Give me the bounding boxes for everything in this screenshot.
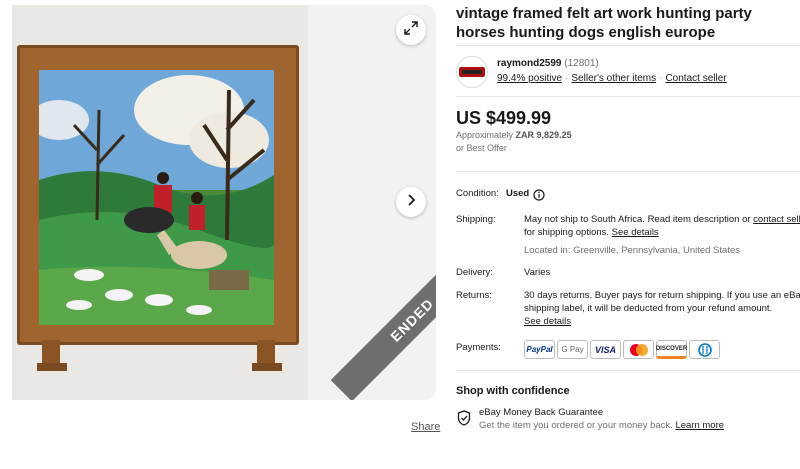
expand-button[interactable]	[396, 15, 426, 45]
shop-confidence-heading: Shop with confidence	[456, 385, 570, 397]
frame-foot-left	[37, 363, 67, 371]
shipping-text: May not ship to South Africa. Read item …	[524, 214, 751, 225]
diners-icon	[689, 340, 720, 359]
shipping-info: May not ship to South Africa. Read item …	[524, 213, 800, 239]
condition-value: Used	[506, 188, 530, 199]
returns-line1: 30 days returns. Buyer pays for return s…	[524, 290, 800, 301]
seller-links: 99.4% positive · Seller's other items · Cont…	[497, 73, 727, 84]
mastercard-icon	[623, 340, 654, 359]
approx-value: ZAR 9,829.25	[515, 130, 572, 140]
seller-feedback-count: (12801)	[564, 58, 599, 69]
seller-other-items-link[interactable]: Seller's other items	[571, 73, 656, 84]
returns-see-details-link[interactable]: See details	[524, 316, 571, 327]
discover-icon: DISCOVER	[656, 340, 687, 359]
chevron-right-icon	[406, 193, 416, 211]
photo-artwork	[39, 70, 274, 325]
approx-prefix: Approximately	[456, 130, 514, 140]
photo-frame	[17, 45, 299, 345]
delivery-value: Varies	[524, 267, 551, 278]
seller-name[interactable]: raymond2599	[497, 58, 561, 69]
delivery-label: Delivery:	[456, 267, 493, 278]
contact-seller-link[interactable]: Contact seller	[665, 73, 726, 84]
seller-positive-link[interactable]: 99.4% positive	[497, 73, 562, 84]
ended-banner: ENDED	[330, 238, 436, 400]
returns-info: 30 days returns. Buyer pays for return s…	[524, 289, 800, 328]
divider	[456, 370, 800, 371]
info-icon[interactable]	[533, 188, 545, 206]
item-location: Located in: Greenville, Pennsylvania, Un…	[524, 245, 740, 256]
item-title: vintage framed felt art work hunting par…	[456, 5, 752, 41]
divider	[456, 96, 800, 97]
share-link[interactable]: Share	[411, 421, 440, 433]
returns-line2: shipping label, it will be deducted from…	[524, 303, 773, 314]
seller-info: raymond2599 (12801)	[497, 58, 599, 69]
shipping-label: Shipping:	[456, 214, 496, 225]
divider	[456, 45, 800, 46]
shipping-see-details-link[interactable]: See details	[612, 227, 659, 238]
shield-check-icon	[457, 410, 471, 431]
money-back-title: eBay Money Back Guarantee	[479, 407, 604, 418]
condition-label: Condition:	[456, 188, 499, 199]
item-photo[interactable]	[12, 5, 308, 400]
contact-seller-shipping-link[interactable]: contact seller	[753, 214, 800, 225]
payment-methods: PayPal G Pay VISA DISCOVER	[524, 340, 720, 359]
money-back-description: Get the item you ordered or your money b…	[479, 420, 673, 431]
returns-label: Returns:	[456, 290, 492, 301]
visa-icon: VISA	[590, 340, 621, 359]
item-price: US $499.99	[456, 108, 552, 128]
next-image-button[interactable]	[396, 187, 426, 217]
best-offer: or Best Offer	[456, 143, 507, 153]
shipping-options-text: for shipping options.	[524, 227, 610, 238]
divider	[456, 171, 800, 172]
google-pay-icon: G Pay	[557, 340, 588, 359]
approx-price: Approximately ZAR 9,829.25	[456, 130, 572, 140]
frame-foot-right	[252, 363, 282, 371]
seller-avatar[interactable]	[456, 56, 488, 88]
money-back-text: Get the item you ordered or your money b…	[479, 420, 724, 431]
learn-more-link[interactable]: Learn more	[675, 420, 724, 431]
expand-icon	[404, 20, 418, 40]
image-gallery[interactable]: ENDED	[12, 5, 436, 400]
paypal-icon: PayPal	[524, 340, 555, 359]
payments-label: Payments:	[456, 342, 501, 353]
